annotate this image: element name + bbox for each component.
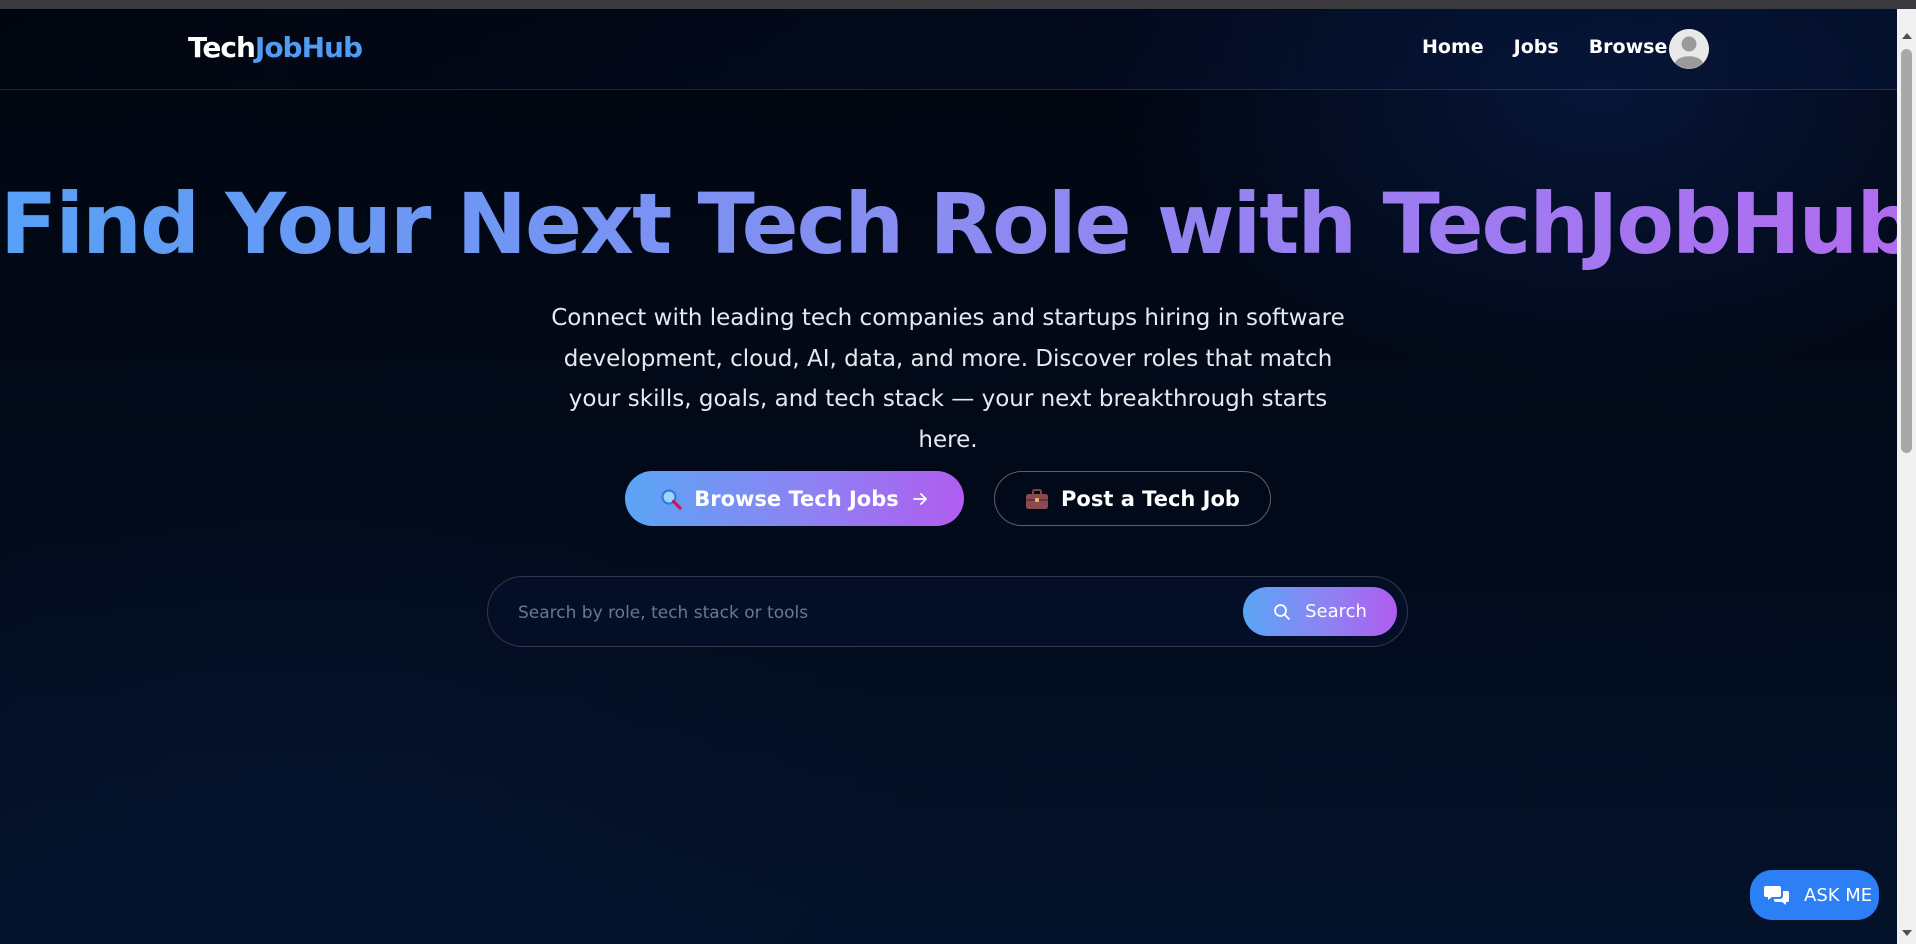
page-viewport: TechJobHub Home Jobs Browse Find Your Ne…	[0, 9, 1897, 944]
briefcase-icon	[1025, 488, 1049, 510]
search-input[interactable]	[516, 595, 1220, 631]
nav-link-home[interactable]: Home	[1422, 36, 1484, 58]
search-bar: Search	[487, 576, 1408, 647]
post-tech-job-label: Post a Tech Job	[1061, 486, 1240, 511]
nav-link-browse[interactable]: Browse	[1589, 36, 1668, 58]
arrow-right-icon	[911, 490, 929, 508]
hero-title: Find Your Next Tech Role with TechJobHub	[0, 175, 1897, 273]
scroll-down-arrow-icon[interactable]	[1902, 930, 1912, 936]
ask-me-chat-button[interactable]: ASK ME	[1750, 870, 1879, 920]
page-scrollbar[interactable]	[1897, 9, 1916, 944]
brand-logo-part1: Tech	[188, 31, 256, 64]
post-tech-job-button[interactable]: Post a Tech Job	[994, 471, 1271, 526]
scroll-up-arrow-icon[interactable]	[1902, 33, 1912, 39]
nav-links: Home Jobs Browse	[1422, 36, 1667, 58]
user-avatar[interactable]	[1669, 29, 1709, 69]
browse-tech-jobs-button[interactable]: Browse Tech Jobs	[625, 471, 964, 526]
navbar: TechJobHub Home Jobs Browse	[0, 9, 1897, 90]
brand-logo[interactable]: TechJobHub	[188, 31, 363, 64]
user-avatar-icon	[1669, 29, 1709, 69]
nav-link-jobs[interactable]: Jobs	[1514, 36, 1559, 58]
brand-logo-part2: JobHub	[254, 31, 363, 64]
hero-subtitle: Connect with leading tech companies and …	[551, 305, 1345, 453]
browse-tech-jobs-label: Browse Tech Jobs	[694, 486, 899, 511]
search-button-label: Search	[1305, 601, 1367, 622]
search-button[interactable]: Search	[1243, 587, 1397, 636]
search-icon	[1273, 603, 1291, 621]
magnifier-icon	[660, 488, 682, 510]
browser-top-bar	[0, 0, 1916, 9]
chat-icon	[1764, 884, 1790, 906]
ask-me-label: ASK ME	[1804, 884, 1873, 906]
scrollbar-thumb[interactable]	[1901, 49, 1912, 453]
